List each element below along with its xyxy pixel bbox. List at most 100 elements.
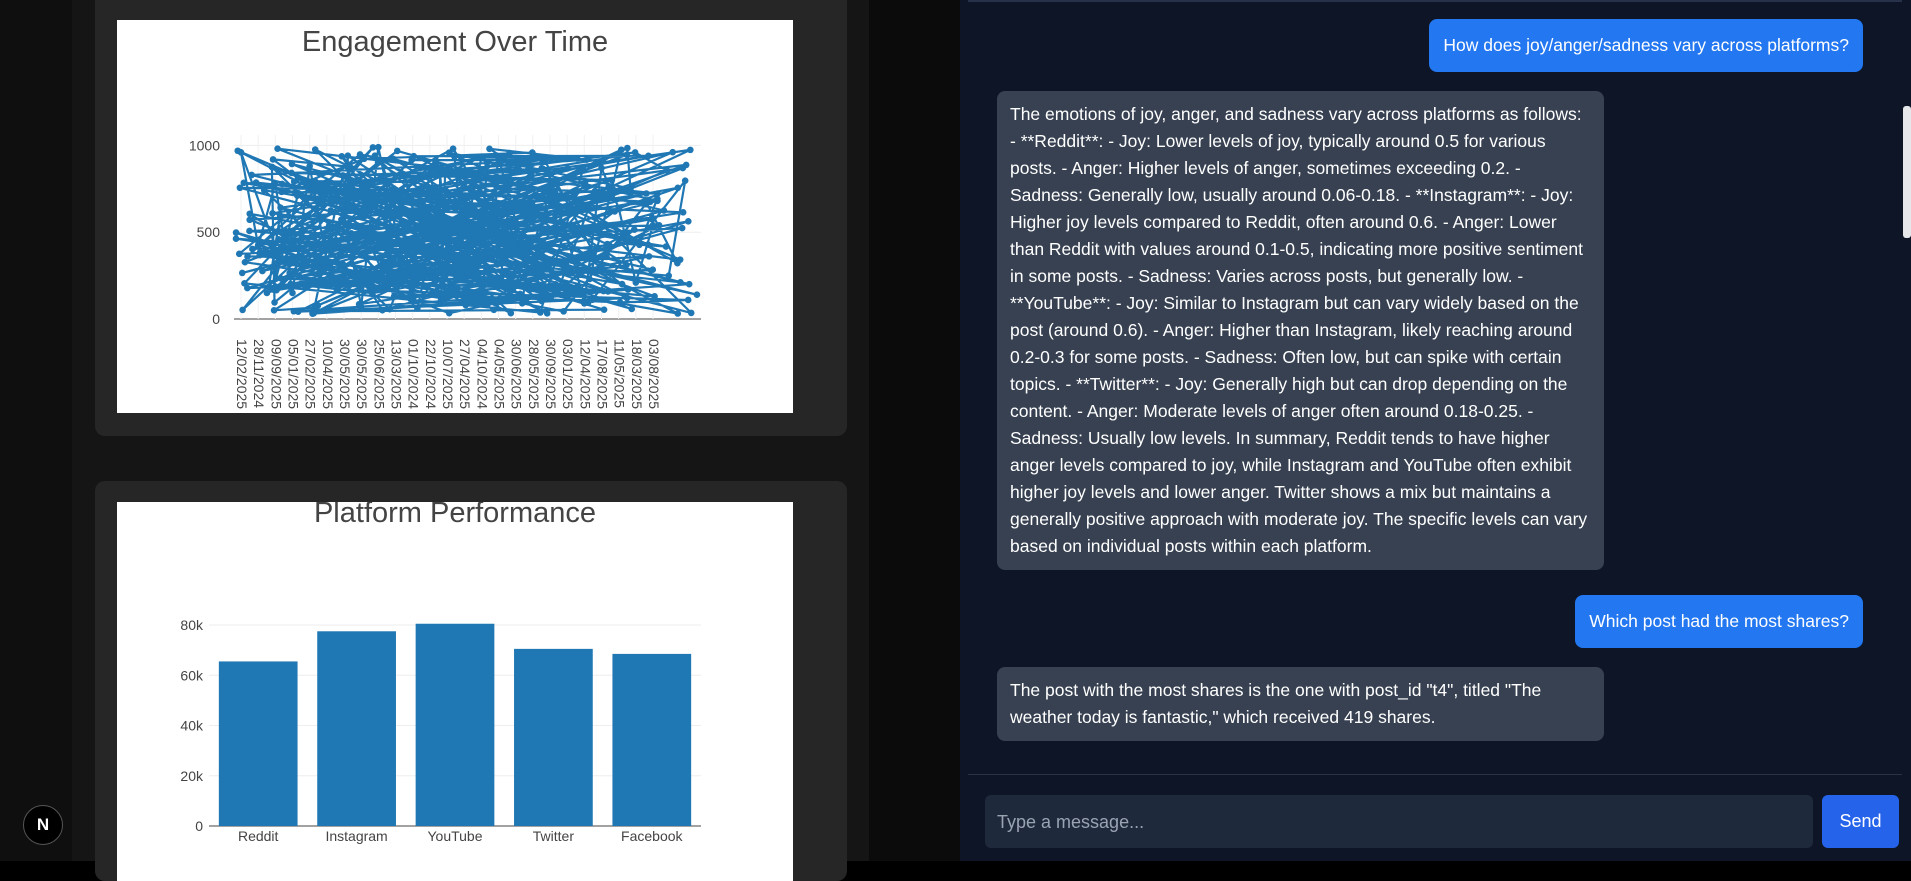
message-input[interactable] bbox=[995, 795, 1807, 850]
x-tick-label: Facebook bbox=[621, 828, 683, 844]
engagement-point bbox=[630, 226, 638, 233]
composer-divider bbox=[968, 774, 1903, 775]
engagement-point bbox=[662, 243, 670, 250]
engagement-point bbox=[547, 155, 555, 163]
engagement-point bbox=[615, 204, 622, 212]
engagement-point bbox=[560, 194, 568, 202]
user-message: Which post had the most shares? bbox=[1575, 595, 1863, 648]
engagement-point bbox=[674, 259, 681, 267]
engagement-point bbox=[390, 293, 398, 300]
engagement-point bbox=[543, 310, 551, 317]
engagement-point bbox=[274, 251, 281, 259]
engagement-point bbox=[546, 261, 553, 268]
engagement-point bbox=[377, 174, 385, 181]
engagement-point bbox=[436, 227, 444, 235]
engagement-point bbox=[643, 190, 650, 197]
x-tick-label: 18/03/2025 bbox=[629, 339, 645, 409]
engagement-point bbox=[616, 299, 624, 306]
engagement-point bbox=[446, 166, 454, 173]
engagement-point bbox=[527, 244, 534, 252]
engagement-point bbox=[526, 286, 534, 293]
engagement-point bbox=[246, 216, 253, 224]
send-button[interactable]: Send bbox=[1822, 795, 1899, 848]
y-tick-label: 0 bbox=[212, 311, 220, 327]
engagement-point bbox=[427, 218, 435, 226]
engagement-point bbox=[439, 271, 447, 279]
engagement-point bbox=[417, 265, 425, 272]
engagement-point bbox=[491, 215, 499, 223]
engagement-point bbox=[682, 161, 690, 169]
engagement-point bbox=[311, 304, 318, 311]
engagement-point bbox=[467, 184, 475, 191]
chat-scrollbar-thumb[interactable] bbox=[1903, 106, 1911, 238]
engagement-point bbox=[437, 247, 444, 255]
engagement-point bbox=[445, 309, 453, 317]
engagement-point bbox=[536, 245, 543, 252]
x-tick-label: 30/05/2025 bbox=[337, 339, 353, 409]
engagement-point bbox=[490, 306, 498, 314]
engagement-point bbox=[339, 172, 347, 179]
engagement-point bbox=[490, 224, 497, 232]
platform-bar bbox=[612, 653, 692, 826]
engagement-point bbox=[602, 195, 610, 202]
engagement-point bbox=[364, 180, 372, 187]
engagement-point bbox=[358, 182, 366, 190]
engagement-point bbox=[248, 171, 255, 179]
engagement-point bbox=[275, 228, 283, 235]
engagement-point bbox=[249, 245, 256, 253]
engagement-point bbox=[502, 253, 509, 261]
engagement-point bbox=[478, 153, 485, 160]
y-tick-label: 0 bbox=[195, 818, 203, 834]
x-tick-label: 30/09/2025 bbox=[543, 339, 559, 409]
message-input-wrapper bbox=[985, 795, 1813, 850]
engagement-point bbox=[417, 164, 424, 172]
engagement-point bbox=[408, 156, 415, 164]
engagement-point bbox=[437, 296, 445, 303]
engagement-point bbox=[648, 215, 656, 223]
engagement-point bbox=[277, 204, 284, 211]
engagement-point bbox=[301, 282, 309, 290]
engagement-point bbox=[310, 279, 318, 287]
engagement-point bbox=[624, 144, 631, 152]
platform-chart-title: Platform Performance bbox=[314, 502, 596, 529]
engagement-point bbox=[270, 306, 278, 314]
engagement-point bbox=[518, 238, 526, 246]
engagement-point bbox=[361, 251, 368, 259]
engagement-point bbox=[318, 184, 326, 192]
engagement-point bbox=[608, 176, 616, 184]
engagement-point bbox=[295, 273, 303, 280]
x-tick-label: 09/09/2025 bbox=[268, 339, 284, 409]
engagement-point bbox=[420, 292, 427, 299]
engagement-point bbox=[687, 309, 695, 317]
engagement-point bbox=[549, 202, 556, 210]
engagement-point bbox=[546, 183, 554, 191]
platform-bar bbox=[514, 648, 593, 826]
engagement-point bbox=[573, 283, 581, 291]
engagement-point bbox=[377, 156, 385, 164]
engagement-point bbox=[603, 253, 610, 261]
engagement-point bbox=[277, 275, 285, 282]
engagement-point bbox=[459, 242, 467, 249]
platform-bar bbox=[218, 661, 298, 826]
y-tick-label: 80k bbox=[180, 617, 204, 633]
engagement-point bbox=[409, 270, 416, 278]
y-tick-label: 20k bbox=[180, 768, 204, 784]
engagement-point bbox=[522, 268, 529, 275]
y-tick-label: 60k bbox=[180, 667, 204, 683]
engagement-point bbox=[618, 280, 626, 288]
engagement-point bbox=[482, 172, 490, 179]
engagement-point bbox=[600, 306, 608, 314]
engagement-point bbox=[275, 235, 282, 243]
nextjs-logo-icon[interactable]: N bbox=[23, 805, 63, 845]
engagement-point bbox=[392, 225, 399, 233]
engagement-point bbox=[347, 269, 355, 277]
engagement-point bbox=[408, 285, 416, 293]
x-tick-label: 28/11/2024 bbox=[251, 339, 267, 408]
engagement-point bbox=[451, 261, 458, 269]
engagement-point bbox=[442, 187, 450, 194]
engagement-point bbox=[495, 154, 502, 161]
x-tick-label: 12/02/2025 bbox=[234, 339, 250, 409]
engagement-point bbox=[344, 190, 351, 197]
engagement-point bbox=[252, 179, 260, 186]
x-tick-label: 12/04/2025 bbox=[577, 339, 593, 409]
